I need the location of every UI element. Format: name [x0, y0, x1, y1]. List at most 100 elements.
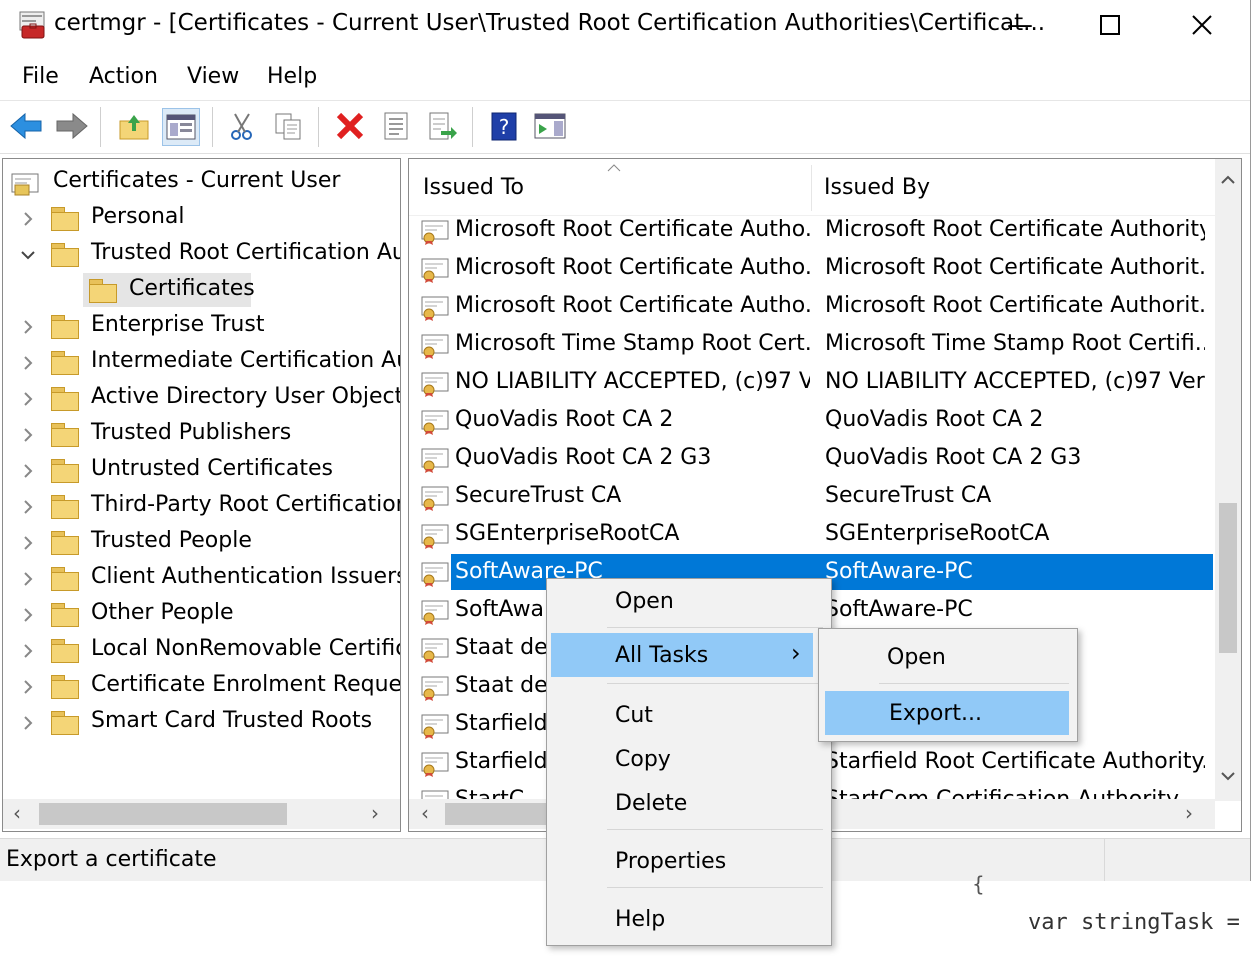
- issued-by-cell: Starfield Root Certificate Authority...: [825, 749, 1205, 774]
- menu-item-cut[interactable]: Cut: [551, 693, 827, 737]
- menu-item-delete[interactable]: Delete: [551, 781, 827, 825]
- folder-icon: [51, 495, 79, 519]
- issued-by-cell: QuoVadis Root CA 2: [825, 407, 1044, 432]
- menu-item-open[interactable]: Open: [551, 579, 827, 623]
- certificate-row[interactable]: QuoVadis Root CA 2 QuoVadis Root CA 2: [409, 401, 1215, 439]
- scroll-right-icon[interactable]: ›: [371, 801, 379, 825]
- menu-item-help[interactable]: Help: [551, 897, 827, 941]
- tree-item[interactable]: Other People: [3, 597, 400, 633]
- menu-item-properties[interactable]: Properties: [551, 839, 827, 883]
- help-button[interactable]: ?: [486, 108, 522, 144]
- chevron-right-icon[interactable]: [19, 318, 37, 336]
- forward-button[interactable]: [54, 108, 90, 144]
- tree-item-label: Client Authentication Issuers: [91, 564, 401, 589]
- background-code-text: var stringTask =: [1028, 910, 1240, 935]
- tree-item[interactable]: Third-Party Root Certification: [3, 489, 400, 525]
- certificate-row[interactable]: Microsoft Root Certificate Autho... Micro…: [409, 249, 1215, 287]
- tree-item[interactable]: Certificates: [3, 273, 400, 309]
- list-scroll-thumb[interactable]: [1219, 503, 1237, 653]
- delete-icon: [336, 112, 364, 140]
- list-vertical-scrollbar[interactable]: [1215, 159, 1241, 801]
- menu-item-copy-label: Copy: [615, 747, 671, 772]
- submenu-item-open[interactable]: Open: [823, 635, 1071, 679]
- tree-item[interactable]: Enterprise Trust: [3, 309, 400, 345]
- title-bar: certmgr - [Certificates - Current User\T…: [0, 0, 1250, 52]
- chevron-right-icon[interactable]: [19, 642, 37, 660]
- tree-scroll-thumb[interactable]: [39, 803, 287, 825]
- column-issued-to[interactable]: Issued To: [423, 175, 524, 200]
- tree-item[interactable]: Intermediate Certification Aut: [3, 345, 400, 381]
- certificate-icon: [421, 371, 451, 397]
- tree-item[interactable]: Certificate Enrolment Request: [3, 669, 400, 705]
- chevron-right-icon[interactable]: [19, 210, 37, 228]
- export-list-button[interactable]: [424, 108, 460, 144]
- chevron-right-icon[interactable]: [19, 426, 37, 444]
- chevron-right-icon[interactable]: [19, 570, 37, 588]
- column-issued-by[interactable]: Issued By: [824, 175, 930, 200]
- list-scroll-right-icon[interactable]: ›: [1185, 801, 1193, 825]
- close-button[interactable]: [1162, 0, 1242, 50]
- menu-item-all-tasks[interactable]: All Tasks ›: [551, 633, 813, 677]
- minimize-button[interactable]: —: [980, 0, 1060, 50]
- cut-button[interactable]: [224, 108, 260, 144]
- scroll-up-icon[interactable]: [1221, 175, 1235, 185]
- properties-button[interactable]: [378, 108, 414, 144]
- maximize-button[interactable]: [1070, 0, 1150, 50]
- certificate-row[interactable]: NO LIABILITY ACCEPTED, (c)97 Ve... NO LIA…: [409, 363, 1215, 401]
- chevron-right-icon[interactable]: [19, 462, 37, 480]
- status-text: Export a certificate: [6, 847, 217, 872]
- tree-item[interactable]: Active Directory User Object: [3, 381, 400, 417]
- chevron-right-icon[interactable]: [19, 606, 37, 624]
- tree-item[interactable]: Trusted People: [3, 525, 400, 561]
- tree-item[interactable]: Local NonRemovable Certifica: [3, 633, 400, 669]
- certificate-row[interactable]: Microsoft Time Stamp Root Cert... Microso…: [409, 325, 1215, 363]
- menu-file[interactable]: File: [22, 64, 59, 89]
- chevron-right-icon[interactable]: [19, 498, 37, 516]
- chevron-right-icon[interactable]: [19, 714, 37, 732]
- tree-item[interactable]: Untrusted Certificates: [3, 453, 400, 489]
- chevron-down-icon[interactable]: [19, 246, 37, 264]
- issued-to-cell: SecureTrust CA: [455, 483, 622, 508]
- tree-item[interactable]: Client Authentication Issuers: [3, 561, 400, 597]
- tree-root[interactable]: Certificates - Current User: [3, 165, 400, 201]
- certificate-row[interactable]: QuoVadis Root CA 2 G3 QuoVadis Root CA 2 …: [409, 439, 1215, 477]
- folder-icon: [51, 567, 79, 591]
- tree-item[interactable]: Smart Card Trusted Roots: [3, 705, 400, 741]
- action-pane-button[interactable]: [532, 108, 568, 144]
- tree-item[interactable]: Trusted Publishers: [3, 417, 400, 453]
- maximize-icon: [1100, 15, 1120, 35]
- certificate-row[interactable]: SecureTrust CA SecureTrust CA: [409, 477, 1215, 515]
- show-hide-tree-button[interactable]: [162, 108, 200, 146]
- scroll-down-icon[interactable]: [1221, 771, 1235, 781]
- tree-item-label: Personal: [91, 204, 185, 229]
- menu-item-copy[interactable]: Copy: [551, 737, 827, 781]
- menu-action[interactable]: Action: [89, 64, 158, 89]
- tree-item[interactable]: Trusted Root Certification Aut: [3, 237, 400, 273]
- folder-icon: [51, 243, 79, 267]
- tree-horizontal-scrollbar[interactable]: ‹ ›: [3, 799, 400, 829]
- folder-icon: [51, 711, 79, 735]
- up-one-level-button[interactable]: [116, 108, 152, 144]
- submenu-item-export[interactable]: Export...: [825, 691, 1069, 735]
- back-button[interactable]: [8, 108, 44, 144]
- chevron-right-icon[interactable]: [19, 390, 37, 408]
- tree-item-label: Active Directory User Object: [91, 384, 401, 409]
- delete-button[interactable]: [332, 108, 368, 144]
- tree-item-label: Certificates: [129, 276, 255, 301]
- certificate-row[interactable]: Microsoft Root Certificate Autho... Micro…: [409, 211, 1215, 249]
- copy-button[interactable]: [270, 108, 306, 144]
- tree-item[interactable]: Personal: [3, 201, 400, 237]
- console-tree: Certificates - Current User Personal Trus…: [2, 158, 401, 832]
- all-tasks-submenu: Open Export...: [818, 628, 1078, 742]
- forward-arrow-icon: [56, 112, 88, 140]
- scroll-left-icon[interactable]: ‹: [13, 801, 21, 825]
- menu-help[interactable]: Help: [267, 64, 317, 89]
- certificate-row[interactable]: Microsoft Root Certificate Autho... Micro…: [409, 287, 1215, 325]
- list-scroll-left-icon[interactable]: ‹: [421, 801, 429, 825]
- chevron-right-icon[interactable]: [19, 534, 37, 552]
- chevron-right-icon[interactable]: [19, 354, 37, 372]
- menu-view[interactable]: View: [187, 64, 239, 89]
- issued-to-cell: Microsoft Time Stamp Root Cert...: [455, 331, 810, 356]
- certificate-row[interactable]: SGEnterpriseRootCA SGEnterpriseRootCA: [409, 515, 1215, 553]
- chevron-right-icon[interactable]: [19, 678, 37, 696]
